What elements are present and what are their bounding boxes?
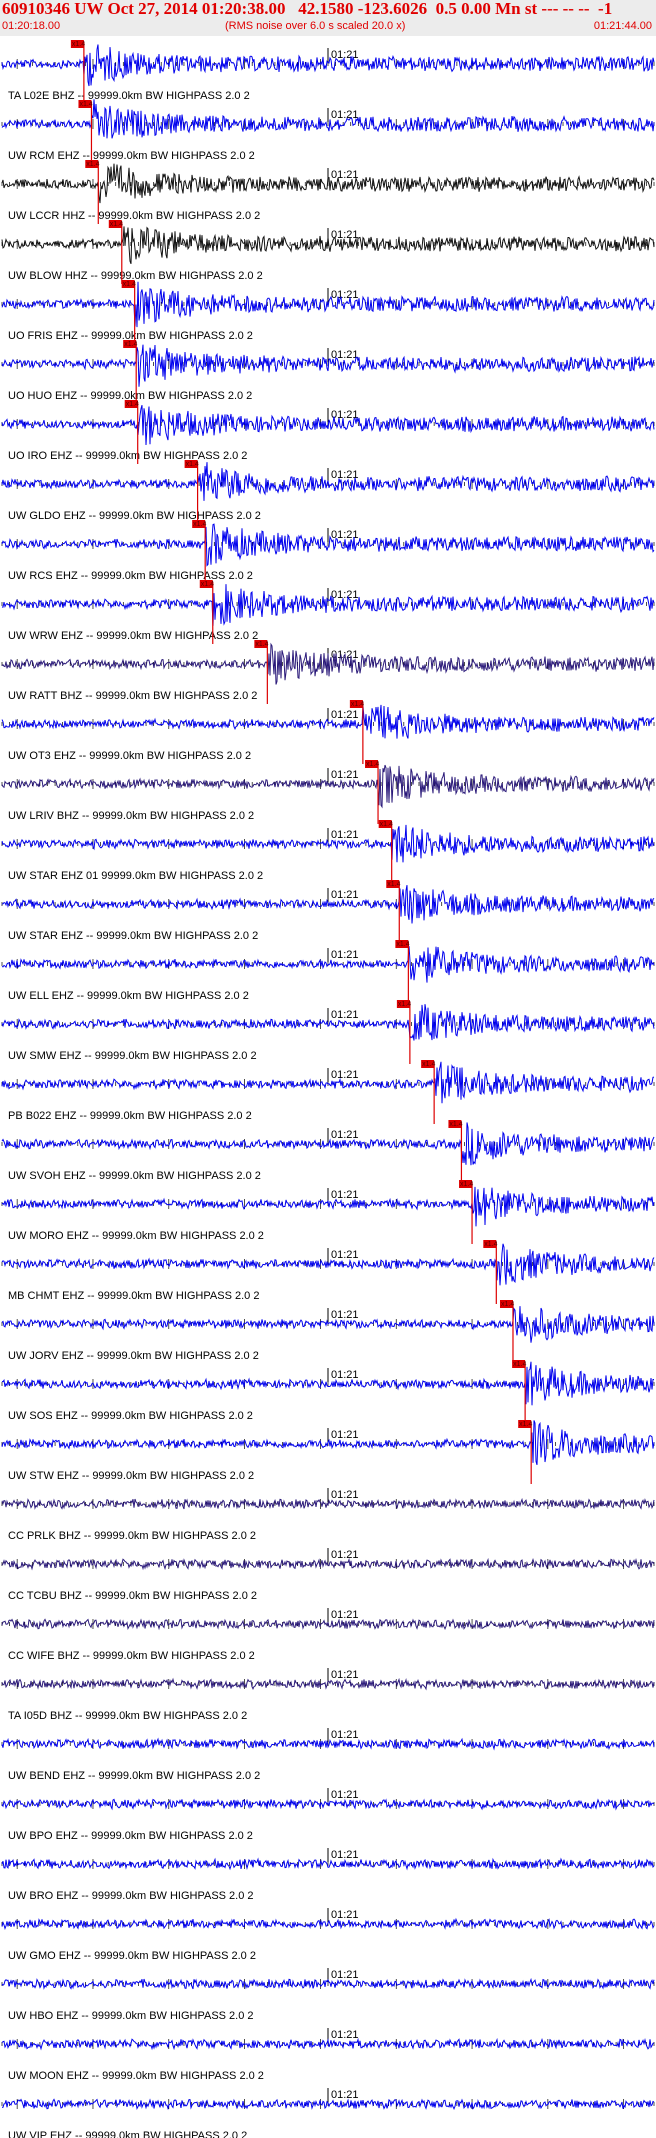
pick-label: x1.4 xyxy=(366,761,379,768)
minute-label: 01:21 xyxy=(331,109,359,121)
trace-label: UW RCS EHZ -- 99999.0km BW HIGHPASS 2.0 … xyxy=(8,570,253,582)
minute-label: 01:21 xyxy=(331,1489,359,1501)
trace-label: UW BPO EHZ -- 99999.0km BW HIGHPASS 2.0 … xyxy=(8,1830,253,1842)
minute-label: 01:21 xyxy=(331,589,359,601)
pick-label: x1.4 xyxy=(484,1241,497,1248)
minute-label: 01:21 xyxy=(331,1249,359,1261)
pick-label: x1.4 xyxy=(86,161,99,168)
trace-label: UW SVOH EHZ -- 99999.0km BW HIGHPASS 2.0… xyxy=(8,1170,261,1182)
pick-label: x1.4 xyxy=(396,941,409,948)
trace-label: UW GLDO EHZ -- 99999.0km BW HIGHPASS 2.0… xyxy=(8,510,261,522)
minute-label: 01:21 xyxy=(331,1069,359,1081)
trace-label: CC PRLK BHZ -- 99999.0km BW HIGHPASS 2.0… xyxy=(8,1530,256,1542)
trace-label: UW ELL EHZ -- 99999.0km BW HIGHPASS 2.0 … xyxy=(8,990,249,1002)
pick-label: x1.4 xyxy=(519,1421,532,1428)
pick-label: x1.4 xyxy=(123,281,136,288)
trace-label: UW LCCR HHZ -- 99999.0km BW HIGHPASS 2.0… xyxy=(8,210,260,222)
trace-label: UW SOS EHZ -- 99999.0km BW HIGHPASS 2.0 … xyxy=(8,1410,253,1422)
trace-label: TA I05D BHZ -- 99999.0km BW HIGHPASS 2.0… xyxy=(8,1710,247,1722)
pick-label: x1.4 xyxy=(255,641,268,648)
trace-label: UW OT3 EHZ -- 99999.0km BW HIGHPASS 2.0 … xyxy=(8,750,251,762)
minute-label: 01:21 xyxy=(331,169,359,181)
trace-label: UW JORV EHZ -- 99999.0km BW HIGHPASS 2.0… xyxy=(8,1350,259,1362)
minute-label: 01:21 xyxy=(331,289,359,301)
trace-label: UW RCM EHZ -- 99999.0km BW HIGHPASS 2.0 … xyxy=(8,150,255,162)
minute-label: 01:21 xyxy=(331,2089,359,2101)
trace-label: UW HBO EHZ -- 99999.0km BW HIGHPASS 2.0 … xyxy=(8,2010,254,2022)
pick-label: x1.4 xyxy=(79,101,92,108)
trace-label: MB CHMT EHZ -- 99999.0km BW HIGHPASS 2.0… xyxy=(8,1290,259,1302)
trace-label: UW RATT BHZ -- 99999.0km BW HIGHPASS 2.0… xyxy=(8,690,257,702)
waveform-trace xyxy=(1,462,655,501)
pick-label: x1.4 xyxy=(501,1301,514,1308)
minute-label: 01:21 xyxy=(331,1309,359,1321)
minute-label: 01:21 xyxy=(331,1609,359,1621)
trace-label: CC WIFE BHZ -- 99999.0km BW HIGHPASS 2.0… xyxy=(8,1650,255,1662)
trace-label: PB B022 EHZ -- 99999.0km BW HIGHPASS 2.0… xyxy=(8,1110,252,1122)
pick-label: x1.4 xyxy=(110,221,123,228)
trace-label: UW SMW EHZ -- 99999.0km BW HIGHPASS 2.0 … xyxy=(8,1050,257,1062)
minute-label: 01:21 xyxy=(331,1729,359,1741)
minute-label: 01:21 xyxy=(331,1549,359,1561)
trace-label: UW STAR EHZ -- 99999.0km BW HIGHPASS 2.0… xyxy=(8,930,258,942)
pick-label: x1.4 xyxy=(460,1181,473,1188)
trace-label: CC TCBU BHZ -- 99999.0km BW HIGHPASS 2.0… xyxy=(8,1590,257,1602)
pick-label: x1.4 xyxy=(193,521,206,528)
minute-label: 01:21 xyxy=(331,1969,359,1981)
minute-label: 01:21 xyxy=(331,1909,359,1921)
pick-label: x1.4 xyxy=(422,1061,435,1068)
seismogram-plot: TA L02E BHZ -- 99999.0km BW HIGHPASS 2.0… xyxy=(1,40,655,2138)
trace-label: TA L02E BHZ -- 99999.0km BW HIGHPASS 2.0… xyxy=(8,90,250,102)
trace-label: UW BRO EHZ -- 99999.0km BW HIGHPASS 2.0 … xyxy=(8,1890,254,1902)
minute-label: 01:21 xyxy=(331,889,359,901)
pick-label: x1.4 xyxy=(449,1121,462,1128)
minute-label: 01:21 xyxy=(331,2029,359,2041)
minute-label: 01:21 xyxy=(331,1429,359,1441)
end-time-label: 01:21:44.00 xyxy=(593,20,652,32)
minute-label: 01:21 xyxy=(331,1129,359,1141)
pick-label: x1.4 xyxy=(186,461,199,468)
minute-label: 01:21 xyxy=(331,49,359,61)
minute-label: 01:21 xyxy=(331,769,359,781)
trace-label: UW STAR EHZ 01 99999.0km BW HIGHPASS 2.0… xyxy=(8,870,263,882)
pick-label: x1.4 xyxy=(387,881,400,888)
minute-label: 01:21 xyxy=(331,1369,359,1381)
trace-label: UW STW EHZ -- 99999.0km BW HIGHPASS 2.0 … xyxy=(8,1470,254,1482)
rms-note: (RMS noise over 6.0 s scaled 20.0 x) xyxy=(225,20,406,32)
trace-label: UW MOON EHZ -- 99999.0km BW HIGHPASS 2.0… xyxy=(8,2070,264,2082)
trace-label: UW GMO EHZ -- 99999.0km BW HIGHPASS 2.0 … xyxy=(8,1950,256,1962)
trace-label: UW WRW EHZ -- 99999.0km BW HIGHPASS 2.0 … xyxy=(8,630,258,642)
trace-label: UW LRIV BHZ -- 99999.0km BW HIGHPASS 2.0… xyxy=(8,810,254,822)
trace-label: UW MORO EHZ -- 99999.0km BW HIGHPASS 2.0… xyxy=(8,1230,264,1242)
minute-label: 01:21 xyxy=(331,1189,359,1201)
minute-label: 01:21 xyxy=(331,1009,359,1021)
trace-label: UW BEND EHZ -- 99999.0km BW HIGHPASS 2.0… xyxy=(8,1770,260,1782)
pick-label: x1.4 xyxy=(351,701,364,708)
trace-label: UW VIP EHZ -- 99999.0km BW HIGHPASS 2.0 … xyxy=(8,2130,247,2138)
minute-label: 01:21 xyxy=(331,949,359,961)
minute-label: 01:21 xyxy=(331,709,359,721)
waveform-trace xyxy=(1,1420,655,1466)
event-title: 60910346 UW Oct 27, 2014 01:20:38.00 42.… xyxy=(2,0,613,18)
pick-label: x1.4 xyxy=(124,341,137,348)
trace-label: UO IRO EHZ -- 99999.0km BW HIGHPASS 2.0 … xyxy=(8,450,247,462)
pick-label: x1.4 xyxy=(126,401,139,408)
minute-label: 01:21 xyxy=(331,829,359,841)
pick-label: x1.4 xyxy=(398,1001,411,1008)
pick-label: x1.4 xyxy=(380,821,393,828)
pick-label: x1.4 xyxy=(513,1361,526,1368)
pick-label: x1.4 xyxy=(72,41,85,48)
start-time-label: 01:20:18.00 xyxy=(2,20,61,32)
pick-label: x1.4 xyxy=(201,581,214,588)
minute-label: 01:21 xyxy=(331,349,359,361)
seismogram-header: 60910346 UW Oct 27, 2014 01:20:38.00 42.… xyxy=(0,0,656,36)
